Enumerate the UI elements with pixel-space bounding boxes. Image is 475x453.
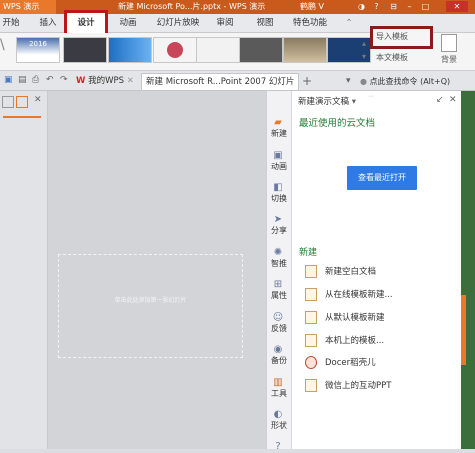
- new-from-default-template[interactable]: 从默认模板新建: [305, 310, 455, 326]
- wechat-interactive-ppt-label: 微信上的互动PPT: [325, 381, 392, 391]
- tab-review[interactable]: 审阅: [212, 16, 238, 31]
- pane-grip-icon[interactable]: ⋯: [368, 93, 378, 100]
- new-from-default-template-label: 从默认模板新建: [325, 313, 385, 323]
- tab-current-document[interactable]: 新建 Microsoft R...Point 2007 幻灯片: [141, 73, 299, 90]
- slides-view-icon[interactable]: [16, 96, 28, 108]
- default-template-icon: [305, 311, 317, 324]
- tabs-menu-icon[interactable]: ▾: [346, 73, 358, 89]
- wechat-interactive-ppt[interactable]: 微信上的互动PPT: [305, 378, 455, 394]
- side-backup-button[interactable]: 备份: [266, 355, 292, 367]
- template-thumb-2[interactable]: [63, 37, 107, 63]
- task-pane-title-label: 新建演示文稿: [298, 97, 350, 107]
- new-blank-document[interactable]: 新建空白文档: [305, 264, 455, 280]
- ribbon-left-icon[interactable]: \: [0, 37, 10, 63]
- command-search[interactable]: ● 点此查找命令 (Alt+Q): [360, 74, 475, 89]
- insertion-marker: [3, 116, 41, 118]
- side-feedback-button[interactable]: 反馈: [266, 323, 292, 335]
- close-pane-icon[interactable]: ✕: [34, 95, 44, 107]
- pane-close-icon[interactable]: ✕: [449, 95, 459, 107]
- redo-icon[interactable]: ↷: [60, 75, 70, 87]
- side-switch-button[interactable]: 切换: [266, 193, 292, 205]
- outline-view-icon[interactable]: [2, 96, 14, 108]
- undo-icon[interactable]: ↶: [46, 75, 56, 87]
- new-from-online-template-label: 从在线模板新建...: [325, 290, 393, 300]
- red-circle-icon: [167, 42, 183, 58]
- docer-icon: [305, 356, 317, 369]
- side-new-button[interactable]: 新建: [266, 128, 292, 140]
- docer-link[interactable]: Docer稻壳儿: [305, 355, 455, 371]
- close-tab-icon[interactable]: ✕: [127, 76, 134, 86]
- search-icon: ●: [360, 77, 367, 86]
- local-template-icon: [305, 334, 317, 347]
- pane-resize-grip[interactable]: [461, 295, 466, 365]
- this-template-button[interactable]: 本文模板: [376, 52, 432, 64]
- new-blank-document-label: 新建空白文档: [325, 267, 377, 277]
- import-template-button[interactable]: 导入模板: [376, 31, 432, 43]
- task-pane-title[interactable]: 新建演示文稿 ▾: [298, 95, 418, 109]
- tab-my-wps-label: 我的WPS: [88, 76, 125, 86]
- side-property-button[interactable]: 属性: [266, 290, 292, 302]
- side-tools-button[interactable]: 工具: [266, 388, 292, 400]
- tab-design[interactable]: 设计: [70, 16, 102, 31]
- desktop-background: [461, 91, 475, 449]
- tab-view[interactable]: 视图: [252, 16, 278, 31]
- new-tab-icon[interactable]: +: [302, 73, 314, 89]
- ribbon-collapse-icon[interactable]: ⌃: [343, 16, 355, 31]
- background-icon: [441, 34, 457, 52]
- chevron-down-icon: ▾: [351, 97, 356, 107]
- tab-animation[interactable]: 动画: [114, 16, 142, 31]
- wechat-ppt-icon: [305, 379, 317, 392]
- gallery-scroll-icon[interactable]: ▴ ▾: [362, 37, 370, 63]
- help-icon[interactable]: ?: [371, 1, 382, 12]
- tab-insert[interactable]: 插入: [36, 16, 60, 31]
- new-section-heading: 新建: [299, 248, 318, 258]
- maximize-icon[interactable]: □: [420, 1, 431, 12]
- local-templates[interactable]: 本机上的模板...: [305, 333, 455, 349]
- recent-cloud-docs-heading: 最近使用的云文档: [299, 118, 376, 129]
- wps-logo-icon: W: [76, 76, 86, 86]
- local-templates-label: 本机上的模板...: [325, 336, 385, 346]
- blank-doc-icon: [305, 265, 317, 278]
- tab-home[interactable]: 开始: [0, 16, 22, 31]
- template-thumb-6[interactable]: [239, 37, 283, 63]
- side-shape-button[interactable]: 形状: [266, 420, 292, 432]
- user-account[interactable]: 鹤鹏 V: [300, 1, 344, 13]
- view-recent-button[interactable]: 查看最近打开: [347, 166, 417, 190]
- pane-dock-icon[interactable]: ↙: [436, 95, 446, 107]
- template-thumb-4[interactable]: [153, 37, 197, 63]
- slide-thumbnail-pane[interactable]: [0, 91, 48, 449]
- template-thumb-year: 2016: [29, 40, 47, 48]
- side-share-button[interactable]: 分享: [266, 225, 292, 237]
- side-smart-button[interactable]: 智推: [266, 258, 292, 270]
- tab-slideshow[interactable]: 幻灯片放映: [152, 16, 204, 31]
- tab-my-wps[interactable]: W 我的WPS ✕: [76, 73, 138, 89]
- side-animation-button[interactable]: 动画: [266, 161, 292, 173]
- save-icon[interactable]: ▣: [4, 75, 14, 87]
- add-first-slide-hint: 单击此处添加第一张幻灯片: [114, 297, 187, 304]
- restore-icon[interactable]: ⊟: [388, 1, 399, 12]
- template-thumb-7[interactable]: [283, 37, 327, 63]
- template-thumb-1[interactable]: 2016: [16, 37, 60, 63]
- folder-icon[interactable]: ▤: [18, 75, 28, 87]
- docer-link-label: Docer稻壳儿: [325, 358, 376, 368]
- new-from-online-template[interactable]: 从在线模板新建...: [305, 287, 455, 303]
- tab-special[interactable]: 特色功能: [288, 16, 332, 31]
- app-menu-button[interactable]: WPS 演示: [0, 0, 56, 14]
- command-search-label: 点此查找命令 (Alt+Q): [369, 77, 451, 86]
- window-title: 新建 Microsoft Po...片.pptx - WPS 演示: [118, 2, 266, 11]
- template-thumb-5[interactable]: [196, 37, 240, 63]
- template-thumb-3[interactable]: [108, 37, 152, 63]
- background-button[interactable]: 背景: [436, 34, 462, 66]
- close-icon[interactable]: ✕: [446, 1, 468, 12]
- minimize-icon[interactable]: –: [404, 1, 415, 12]
- print-icon[interactable]: ⎙: [32, 75, 42, 87]
- skin-icon[interactable]: ◑: [356, 1, 367, 12]
- background-label: 背景: [441, 55, 457, 64]
- more-help-icon[interactable]: ?: [271, 440, 285, 453]
- online-template-icon: [305, 288, 317, 301]
